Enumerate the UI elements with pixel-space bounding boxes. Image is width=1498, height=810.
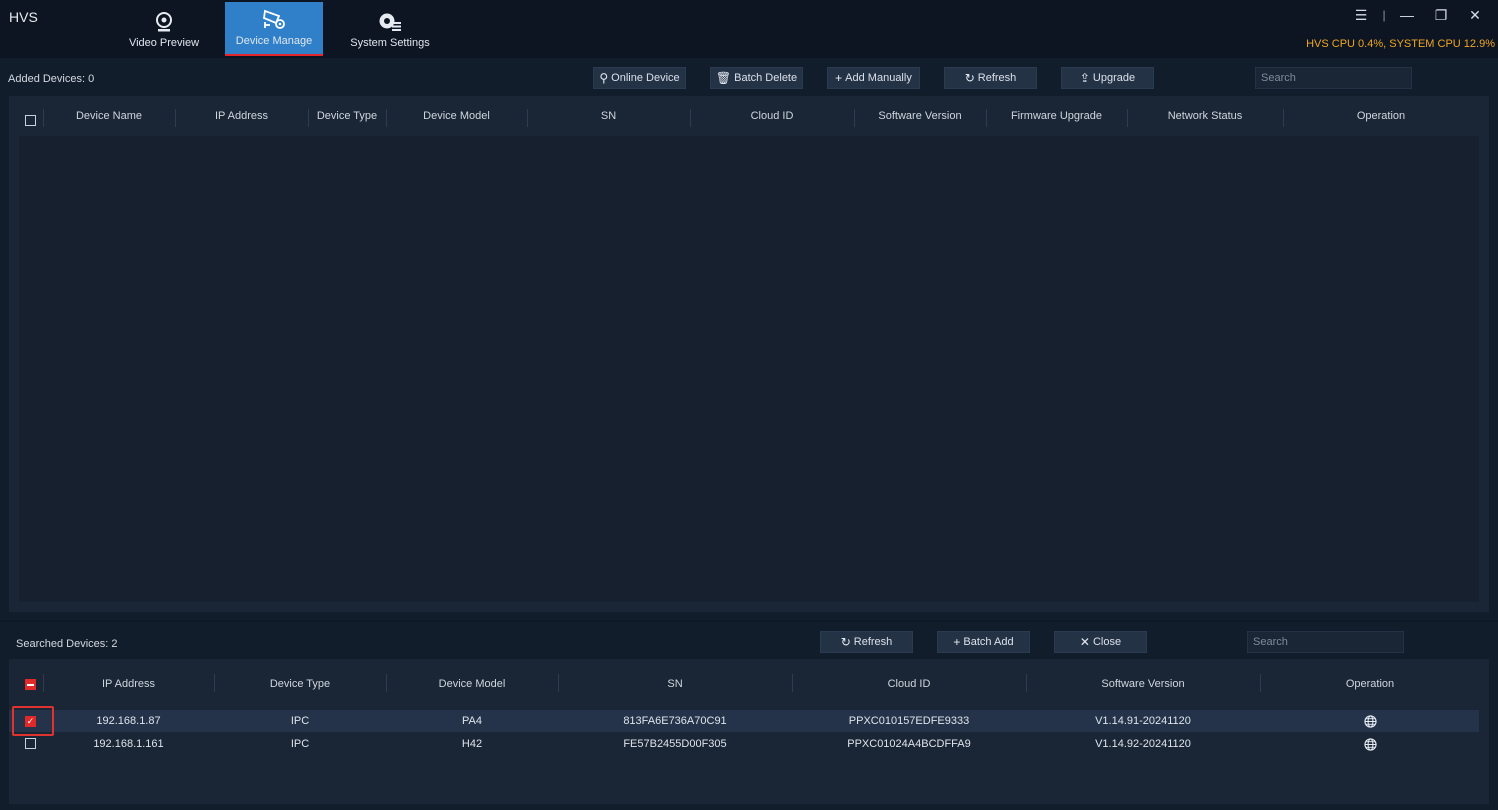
trash-icon: 🗑 [715,71,732,85]
refresh-icon: ↻ [964,71,975,85]
cell-cloud-id: PPXC010157EDFE9333 [848,715,970,727]
search-placeholder: Search [1261,72,1296,84]
refresh-icon: ↻ [840,635,851,649]
tab-video-preview[interactable]: Video Preview [120,2,208,56]
col-cloud-id[interactable]: Cloud ID [690,96,854,136]
cell-ip: 192.168.1.161 [93,738,164,750]
plus-icon: + [953,635,961,649]
cell-sn: FE57B2455D00F305 [623,738,727,750]
col-ip-address[interactable]: IP Address [175,96,308,136]
col-software-version[interactable]: Software Version [854,96,986,136]
row-checkbox[interactable] [25,738,36,749]
col-device-name[interactable]: Device Name [43,96,175,136]
close-search-button[interactable]: ✕ Close [1054,631,1147,653]
refresh-label: Refresh [853,636,893,648]
upgrade-button[interactable]: ⇪ Upgrade [1061,67,1154,89]
table-row[interactable]: ✓ 192.168.1.87 IPC PA4 813FA6E736A70C91 … [9,710,1479,732]
cell-operation [1260,733,1480,755]
col-firmware-upgrade[interactable]: Firmware Upgrade [986,96,1127,136]
searched-devices-count: Searched Devices: 2 [16,638,118,650]
online-device-label: Online Device [611,72,680,84]
col-sn[interactable]: SN [558,659,792,709]
upload-icon: ⇪ [1079,71,1090,85]
add-manually-label: Add Manually [845,72,912,84]
searched-search-input[interactable]: Search [1247,631,1404,653]
table-row[interactable]: 192.168.1.161 IPC H42 FE57B2455D00F305 P… [9,733,1479,755]
online-device-button[interactable]: ⚲ Online Device [593,67,686,89]
select-all-checkbox[interactable] [25,115,36,126]
col-sn[interactable]: SN [527,96,690,136]
added-devices-section: Added Devices: 0 ⚲ Online Device 🗑 Batch… [0,58,1498,620]
cell-model: H42 [461,738,483,750]
close-label: Close [1092,636,1122,648]
searched-devices-section: Searched Devices: 2 ↻ Refresh + Batch Ad… [0,622,1498,810]
camera-settings-icon [263,9,285,29]
select-all-checkbox[interactable] [25,679,36,690]
batch-add-button[interactable]: + Batch Add [937,631,1030,653]
col-software-version[interactable]: Software Version [1026,659,1260,709]
webcam-icon [156,12,172,32]
added-table-body [19,136,1479,602]
table-header: IP Address Device Type Device Model SN C… [9,659,1489,697]
tab-system-settings[interactable]: System Settings [343,2,437,56]
col-device-model[interactable]: Device Model [386,96,527,136]
col-device-type[interactable]: Device Type [214,659,386,709]
menu-icon[interactable]: ☰ [1344,6,1378,24]
search-placeholder: Search [1253,636,1288,648]
col-network-status[interactable]: Network Status [1127,96,1283,136]
cell-operation [1260,710,1480,732]
refresh-label: Refresh [977,72,1017,84]
upgrade-label: Upgrade [1092,72,1136,84]
added-devices-table: Device Name IP Address Device Type Devic… [9,96,1489,612]
cell-cloud-id: PPXC01024A4BCDFFA9 [847,738,971,750]
col-device-type[interactable]: Device Type [308,96,386,136]
search-refresh-button[interactable]: ↻ Refresh [820,631,913,653]
cell-model: PA4 [462,715,482,727]
window-controls: ☰ | — ❐ ✕ [1344,6,1492,24]
col-operation[interactable]: Operation [1260,659,1480,709]
tab-label: Device Manage [235,35,313,47]
col-cloud-id[interactable]: Cloud ID [792,659,1026,709]
col-operation[interactable]: Operation [1283,96,1479,136]
added-search-input[interactable]: Search [1255,67,1412,89]
tab-label: System Settings [350,37,430,49]
globe-icon[interactable] [1363,714,1377,728]
refresh-button[interactable]: ↻ Refresh [944,67,1037,89]
searched-devices-table: IP Address Device Type Device Model SN C… [9,659,1489,804]
table-header: Device Name IP Address Device Type Devic… [9,96,1489,136]
top-bar: HVS Video Preview Device Manage System S… [0,0,1498,58]
cell-type: IPC [290,715,310,727]
indeterminate-mark [27,683,34,686]
plus-icon: + [835,71,843,85]
col-ip-address[interactable]: IP Address [43,659,214,709]
search-icon: ⚲ [599,71,609,85]
cell-type: IPC [290,738,310,750]
cell-ip: 192.168.1.87 [96,715,161,727]
close-icon[interactable]: ✕ [1458,6,1492,24]
batch-delete-button[interactable]: 🗑 Batch Delete [710,67,803,89]
close-icon: ✕ [1079,635,1090,649]
batch-delete-label: Batch Delete [734,72,798,84]
cell-sn: 813FA6E736A70C91 [623,715,727,727]
selection-highlight [12,706,54,736]
minimize-icon[interactable]: — [1390,6,1424,24]
add-manually-button[interactable]: + Add Manually [827,67,920,89]
cell-version: V1.14.91-20241120 [1095,715,1191,727]
col-device-model[interactable]: Device Model [386,659,558,709]
app-title: HVS [9,9,38,25]
globe-icon[interactable] [1363,737,1377,751]
divider: | [1382,8,1386,22]
gear-list-icon [379,13,401,31]
tab-device-manage[interactable]: Device Manage [225,2,323,56]
restore-icon[interactable]: ❐ [1424,6,1458,24]
batch-add-label: Batch Add [963,636,1014,648]
cell-version: V1.14.92-20241120 [1095,738,1191,750]
tab-label: Video Preview [128,37,200,49]
cpu-readout: HVS CPU 0.4%, SYSTEM CPU 12.9% [1306,38,1495,50]
added-devices-count: Added Devices: 0 [8,73,95,85]
